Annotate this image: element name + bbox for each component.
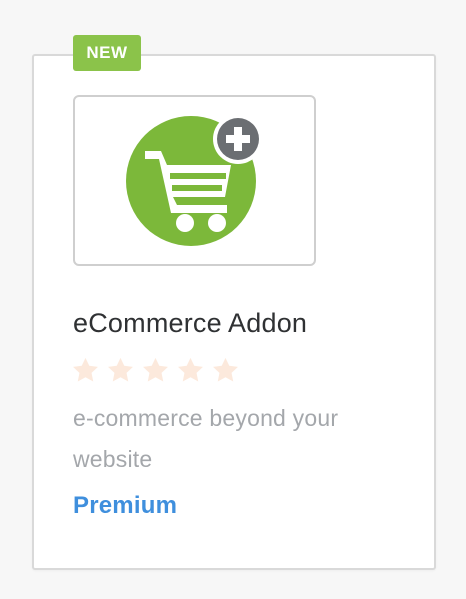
- addon-description: e-commerce beyond your website: [73, 405, 339, 472]
- plus-icon: [213, 114, 263, 164]
- premium-link[interactable]: Premium: [73, 492, 177, 520]
- star-icon: [178, 357, 203, 382]
- star-icon: [143, 357, 168, 382]
- shopping-cart-add-icon: [126, 114, 263, 246]
- addon-title[interactable]: eCommerce Addon: [73, 308, 307, 339]
- rating-stars: [71, 356, 240, 385]
- star-icon: [213, 357, 238, 382]
- star-icon: [73, 357, 98, 382]
- addon-thumbnail[interactable]: [73, 95, 316, 266]
- page: NEW eCommerce Addon e-commerce beyond yo…: [0, 0, 466, 599]
- new-badge: NEW: [73, 35, 141, 71]
- star-icon: [108, 357, 133, 382]
